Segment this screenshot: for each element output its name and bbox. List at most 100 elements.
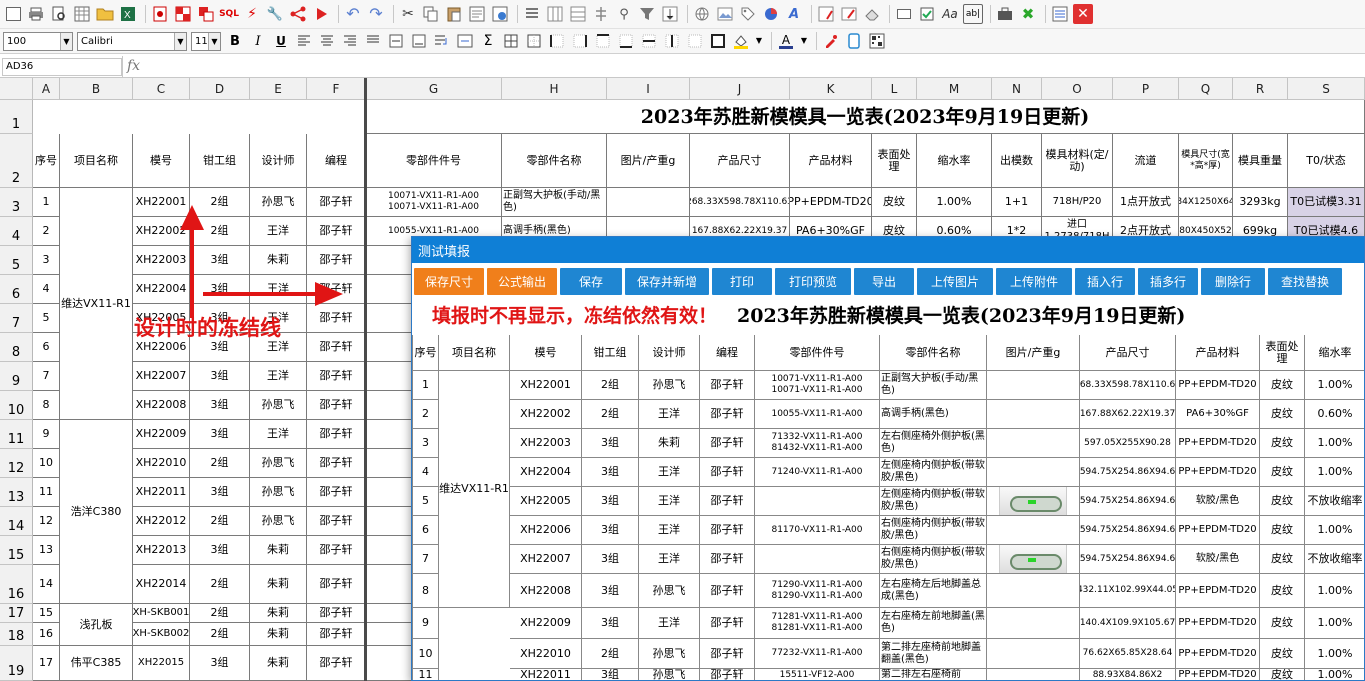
dialog-table-cell[interactable]	[987, 516, 1080, 545]
eraser-icon[interactable]	[862, 4, 882, 24]
dialog-table-cell[interactable]	[987, 608, 1080, 639]
dialog-table-cell[interactable]: 77232-VX11-R1-A00	[755, 639, 880, 669]
edit-table-icon[interactable]	[816, 4, 836, 24]
zoom-select[interactable]: 100 ▼	[3, 31, 73, 51]
dialog-table-cell[interactable]: 孙思飞	[639, 574, 700, 608]
dialog-table-cell[interactable]: PA6+30%GF	[1176, 400, 1260, 429]
table-cell[interactable]: XH22003	[133, 246, 190, 275]
dialog-table-cell[interactable]: 1.00%	[1305, 669, 1364, 680]
row-header[interactable]: 4	[0, 217, 33, 246]
binoculars-icon[interactable]: ⚲	[614, 4, 634, 24]
table-cell[interactable]: XH22013	[133, 536, 190, 565]
dialog-table-cell[interactable]: 王洋	[639, 608, 700, 639]
pdf-icon[interactable]	[150, 4, 170, 24]
dialog-table-cell[interactable]: 10071-VX11-R1-A00 10071-VX11-R1-A00	[755, 371, 880, 400]
columns-icon[interactable]	[545, 4, 565, 24]
dialog-table-cell[interactable]: XH22003	[510, 429, 582, 458]
paste-icon[interactable]	[444, 4, 464, 24]
table-cell[interactable]: 孙思飞	[250, 391, 307, 420]
dialog-table-cell[interactable]: 71281-VX11-R1-A00 81281-VX11-R1-A00	[755, 608, 880, 639]
dialog-table-cell[interactable]: 268.33X598.78X110.63	[1080, 371, 1176, 400]
dialog-table-cell[interactable]: XH22004	[510, 458, 582, 487]
dialog-table-cell[interactable]: XH22008	[510, 574, 582, 608]
table-cell[interactable]: 邵子轩	[307, 391, 366, 420]
new-file-icon[interactable]	[3, 4, 23, 24]
table-cell[interactable]: 朱莉	[250, 646, 307, 681]
font-color-icon[interactable]: A	[776, 31, 796, 51]
fill-in-dialog[interactable]: 测试填报 保存尺寸 公式输出 保存 保存并新增 打印 打印预览 导出 上传图片 上传附件 插入行插…	[411, 236, 1365, 681]
dialog-table-cell[interactable]	[987, 545, 1080, 574]
dialog-table-cell[interactable]: 3	[412, 429, 439, 458]
dialog-table-cell[interactable]: 高调手柄(黑色)	[880, 400, 987, 429]
name-box[interactable]: AD36	[2, 58, 122, 76]
table-cell[interactable]: 268.33X598.78X110.63	[690, 188, 790, 217]
table-cell[interactable]: 朱莉	[250, 623, 307, 646]
dialog-table-cell[interactable]: XH22010	[510, 639, 582, 669]
row-header[interactable]: 14	[0, 507, 33, 536]
dialog-table-cell[interactable]: 1.00%	[1305, 371, 1364, 400]
column-header[interactable]: K	[790, 78, 872, 100]
border-right-icon[interactable]	[570, 31, 590, 51]
dialog-table-cell[interactable]: 皮纹	[1260, 669, 1305, 680]
dialog-table-cell[interactable]: 皮纹	[1260, 545, 1305, 574]
table-cell[interactable]: 2组	[190, 604, 250, 623]
table-cell[interactable]: 王洋	[250, 275, 307, 304]
column-header[interactable]: P	[1113, 78, 1179, 100]
fx-icon[interactable]: fx	[127, 58, 140, 74]
dialog-button[interactable]: 插多行	[1138, 268, 1198, 295]
table-cell[interactable]: 皮纹	[872, 188, 917, 217]
dialog-table-cell[interactable]	[987, 371, 1080, 400]
dialog-table-cell[interactable]: 1.00%	[1305, 574, 1364, 608]
dialog-table-cell[interactable]: 3组	[582, 458, 639, 487]
dialog-table-cell[interactable]: 皮纹	[1260, 516, 1305, 545]
checkbox-icon[interactable]	[917, 4, 937, 24]
table-cell[interactable]: 15	[33, 604, 60, 623]
table-cell[interactable]: 孙思飞	[250, 449, 307, 478]
part-thumbnail-image[interactable]	[999, 545, 1067, 573]
dialog-table-cell[interactable]: 15511-VF12-A00	[755, 669, 880, 680]
column-header[interactable]: R	[1233, 78, 1288, 100]
align-right-icon[interactable]	[340, 31, 360, 51]
table-cell[interactable]: 孙思飞	[250, 478, 307, 507]
dialog-table-cell[interactable]: 1.00%	[1305, 639, 1364, 669]
input-field-icon[interactable]: ab|	[963, 4, 983, 24]
dialog-button[interactable]: 上传图片	[917, 268, 993, 295]
dialog-table-cell[interactable]: 3组	[582, 429, 639, 458]
sort-icon[interactable]	[660, 4, 680, 24]
project-name-cell[interactable]: 浅孔板	[60, 604, 133, 646]
dialog-button[interactable]: 打印预览	[775, 268, 851, 295]
row-header[interactable]: 3	[0, 188, 33, 217]
border-none-icon[interactable]	[685, 31, 705, 51]
project-name-cell[interactable]: 浩洋C380	[60, 420, 133, 604]
table-cell[interactable]: 邵子轩	[307, 188, 366, 217]
print-preview-icon[interactable]	[49, 4, 69, 24]
border-top-icon[interactable]	[593, 31, 613, 51]
excel-icon[interactable]: X	[118, 4, 138, 24]
dialog-button[interactable]: 保存并新增	[625, 268, 709, 295]
table-cell[interactable]: 邵子轩	[307, 646, 366, 681]
dialog-table-cell[interactable]: 第二排左右座椅前	[880, 669, 987, 680]
column-header[interactable]: S	[1288, 78, 1365, 100]
table-cell[interactable]: 2组	[190, 217, 250, 246]
qr-code-icon[interactable]	[867, 31, 887, 51]
dialog-table-cell[interactable]: 432.11X102.99X44.05	[1080, 574, 1176, 608]
row-header[interactable]: 17	[0, 604, 33, 623]
lightning-icon[interactable]: ⚡	[242, 4, 262, 24]
table-cell[interactable]: 1.00%	[917, 188, 992, 217]
dialog-table-cell[interactable]	[987, 669, 1080, 680]
table-cell[interactable]: 1+1	[992, 188, 1042, 217]
table-cell[interactable]: 邵子轩	[307, 333, 366, 362]
table-cell[interactable]: XH22002	[133, 217, 190, 246]
project-name-cell[interactable]: 伟平C385	[60, 646, 133, 681]
dialog-table-cell[interactable]: XH22001	[510, 371, 582, 400]
table-cell[interactable]: XH22015	[133, 646, 190, 681]
cut-icon[interactable]: ✂	[398, 4, 418, 24]
dialog-table-cell[interactable]: 3组	[582, 608, 639, 639]
dialog-table-cell[interactable]: 594.75X254.86X94.6	[1080, 545, 1176, 574]
column-header[interactable]: D	[190, 78, 250, 100]
open-folder-icon[interactable]	[95, 4, 115, 24]
table-cell[interactable]: 3组	[190, 646, 250, 681]
dialog-table-cell[interactable]: 皮纹	[1260, 574, 1305, 608]
dialog-table-cell[interactable]: 3组	[582, 487, 639, 516]
dialog-project-cell[interactable]: 维达VX11-R1	[439, 371, 510, 608]
